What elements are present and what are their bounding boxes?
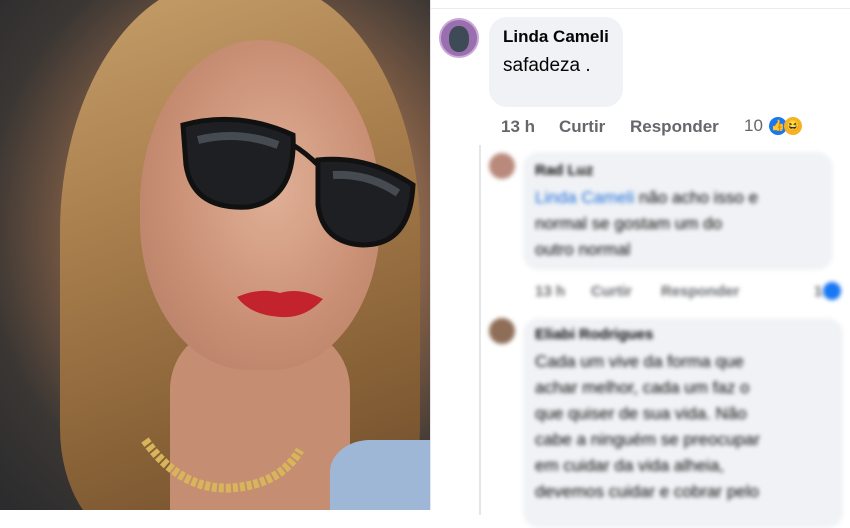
avatar[interactable] <box>489 318 515 344</box>
reply-bubble: Rad Luz Linda Cameli não acho isso e nor… <box>523 152 833 270</box>
like-link[interactable]: Curtir <box>559 117 605 137</box>
reply-text-line: normal se gostam um do <box>535 214 723 233</box>
thread-line <box>479 145 481 515</box>
reply-text-line: não acho isso e <box>638 188 759 207</box>
reply-text-line: achar melhor, cada um faz o <box>535 378 750 397</box>
reply-link[interactable]: Responder <box>630 117 719 137</box>
comment-text: safadeza . <box>503 55 591 76</box>
profile-photo <box>0 0 430 510</box>
reply-author[interactable]: Eliabi Rodrigues <box>535 326 653 343</box>
reply-text-line: cabe a ninguém se preocupar <box>535 430 760 449</box>
reply-time[interactable]: 13 h <box>535 283 565 300</box>
like-reaction-icon[interactable] <box>823 282 841 300</box>
comments-panel: Linda Cameli safadeza . 13 h Curtir Resp… <box>431 0 850 528</box>
reply-link[interactable]: Responder <box>661 283 739 300</box>
lips-graphic <box>237 290 323 318</box>
comment-bubble: Linda Cameli safadeza . <box>489 17 623 107</box>
comment-author[interactable]: Linda Cameli <box>503 27 609 47</box>
top-divider <box>431 8 850 9</box>
shirt-shape <box>330 440 430 510</box>
avatar[interactable] <box>439 18 479 58</box>
necklace-graphic <box>141 437 304 493</box>
mention-link[interactable]: Linda Cameli <box>535 188 634 207</box>
reply-text-line: devemos cuidar e cobrar pelo <box>535 482 759 501</box>
avatar[interactable] <box>489 153 515 179</box>
reply-text-line: em cuidar da vida alheia, <box>535 456 725 475</box>
reply-text-line: que quiser de sua vida. Não <box>535 404 747 423</box>
reply-author[interactable]: Rad Luz <box>535 162 593 179</box>
reply-reaction-count[interactable]: 1 <box>814 283 822 300</box>
sunglasses-graphic <box>180 116 416 248</box>
reply-text-line: Cada um vive da forma que <box>535 352 744 371</box>
like-link[interactable]: Curtir <box>591 283 632 300</box>
haha-reaction-icon[interactable]: 😆 <box>784 117 802 135</box>
comment-time[interactable]: 13 h <box>501 117 535 137</box>
reaction-count[interactable]: 10 <box>744 116 763 136</box>
reply-text-line: outro normal <box>535 240 631 259</box>
reply-bubble: Eliabi Rodrigues Cada um vive da forma q… <box>523 318 843 528</box>
